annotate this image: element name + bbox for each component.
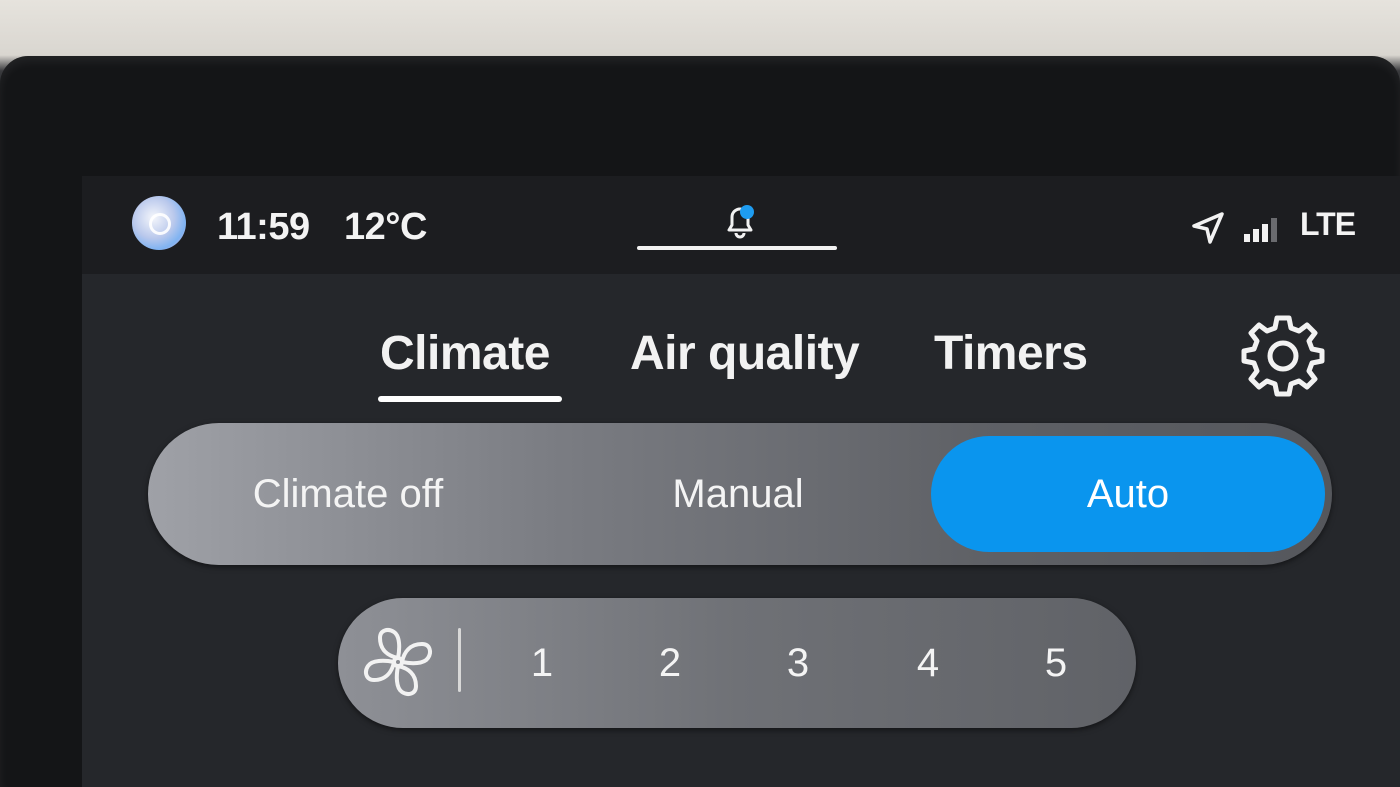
climate-off-option[interactable]: Climate off [178,423,518,565]
climate-mode-selector: Climate off Manual Auto [148,423,1332,565]
outside-temperature: 12°C [344,206,427,248]
clock: 11:59 [217,206,310,248]
app-logo[interactable] [132,196,186,250]
status-bar: 11:59 12°C LTE [82,176,1400,274]
fan-icon [364,628,432,696]
manual-option[interactable]: Manual [568,423,908,565]
bell-icon[interactable] [720,200,760,240]
fan-level-5[interactable]: 5 [1026,598,1086,728]
location-arrow-icon [1192,212,1224,244]
fan-level-3[interactable]: 3 [768,598,828,728]
auto-option[interactable]: Auto [931,436,1325,552]
notification-handle[interactable] [637,246,837,250]
tab-bar: Climate Air quality Timers [82,326,1400,406]
active-tab-indicator [378,396,562,402]
infotainment-screen: 11:59 12°C LTE Climate Air quality Timer… [82,176,1400,787]
signal-bars-icon [1244,218,1277,242]
gear-icon[interactable] [1240,312,1326,398]
tab-timers[interactable]: Timers [934,326,1088,381]
fan-level-2[interactable]: 2 [640,598,700,728]
network-type: LTE [1300,206,1356,242]
fan-level-4[interactable]: 4 [898,598,958,728]
fan-divider [458,628,461,692]
fan-level-1[interactable]: 1 [512,598,572,728]
tab-climate[interactable]: Climate [380,326,550,381]
fan-speed-selector: 1 2 3 4 5 [338,598,1136,728]
tab-air-quality[interactable]: Air quality [630,326,860,381]
